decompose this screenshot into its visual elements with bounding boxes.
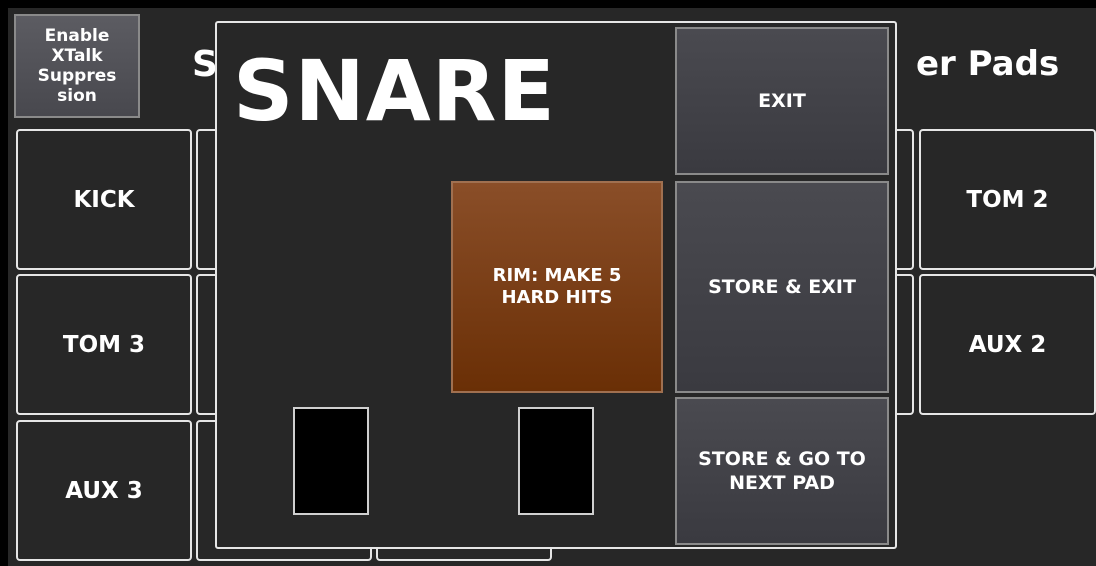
pad-calibration-dialog: SNARE EXIT STORE & EXIT STORE & GO TO NE… xyxy=(215,21,897,549)
screen: Enable XTalk Suppres sion S er Pads KICK… xyxy=(0,0,1096,566)
app-window: Enable XTalk Suppres sion S er Pads KICK… xyxy=(8,8,1096,566)
background-title-fragment-right: er Pads xyxy=(916,44,1060,84)
exit-button[interactable]: EXIT xyxy=(675,27,889,175)
pad-tom2[interactable]: TOM 2 xyxy=(919,129,1096,270)
pad-kick[interactable]: KICK xyxy=(16,129,192,270)
pad-aux2[interactable]: AUX 2 xyxy=(919,274,1096,415)
hit-level-meter-left xyxy=(293,407,369,515)
enable-xtalk-suppression-button[interactable]: Enable XTalk Suppres sion xyxy=(14,14,140,118)
hit-level-meter-right xyxy=(518,407,594,515)
pad-aux3[interactable]: AUX 3 xyxy=(16,420,192,561)
store-and-exit-button[interactable]: STORE & EXIT xyxy=(675,181,889,393)
pad-tom3[interactable]: TOM 3 xyxy=(16,274,192,415)
store-and-next-pad-button[interactable]: STORE & GO TO NEXT PAD xyxy=(675,397,889,545)
rim-hit-instruction: RIM: MAKE 5 HARD HITS xyxy=(451,181,663,393)
dialog-title: SNARE xyxy=(233,42,556,140)
